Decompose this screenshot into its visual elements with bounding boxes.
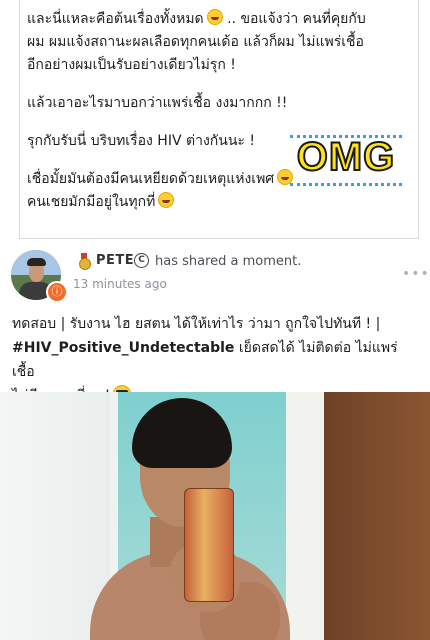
card-border-bottom xyxy=(19,238,419,239)
story-line-7: คนเชยมักมีอยู่ในทุกที่ xyxy=(27,191,417,214)
post-timestamp[interactable]: 13 minutes ago xyxy=(73,277,167,291)
more-options-icon[interactable]: ••• xyxy=(402,266,430,282)
info-badge-icon: ⓘ xyxy=(46,281,68,303)
post-body-line-1: ทดสอบ | รับงาน ไฮ ยสตน ได้ให้เท่าไร ว่าม… xyxy=(12,316,381,332)
story-line-2: ผม ผมแจ้งสถานะผลเลือดทุกคนเด้อ แล้วก็ผม … xyxy=(27,34,364,50)
sticker-text: OMG xyxy=(296,134,396,180)
card-border-right xyxy=(418,0,419,238)
story-line-4: แล้วเอาอะไรมาบอกว่าแพร่เชื้อ งงมากกก !! xyxy=(27,95,288,111)
story-card: และนี่แหละคือต้นเรื่องทั้งหมด .. ขอแจ้งว… xyxy=(0,0,430,242)
post-photo[interactable] xyxy=(0,392,430,640)
author-name[interactable]: PETE xyxy=(96,253,134,268)
story-line-1: และนี่แหละคือต้นเรื่องทั้งหมด .. ขอแจ้งว… xyxy=(27,9,366,27)
card-border-left xyxy=(19,0,20,238)
laughing-face-icon xyxy=(206,9,223,25)
hashtag-link[interactable]: #HIV_Positive_Undetectable xyxy=(12,340,234,356)
story-line-3: อีกอย่างผมเป็นรับอย่างเดียวไม่รุก ! xyxy=(27,57,236,73)
circle-c-icon: C xyxy=(134,253,149,268)
omg-sticker: OMG xyxy=(282,133,410,186)
phone-in-photo xyxy=(184,488,234,602)
post-body-line-2: #HIV_Positive_Undetectable เย็ดสดได้ ไม่… xyxy=(12,340,398,380)
sticker-wave-bottom xyxy=(290,177,402,186)
medal-icon xyxy=(78,253,91,270)
laughing-face-icon xyxy=(158,192,175,208)
post-action-text: has shared a moment. xyxy=(155,254,302,269)
